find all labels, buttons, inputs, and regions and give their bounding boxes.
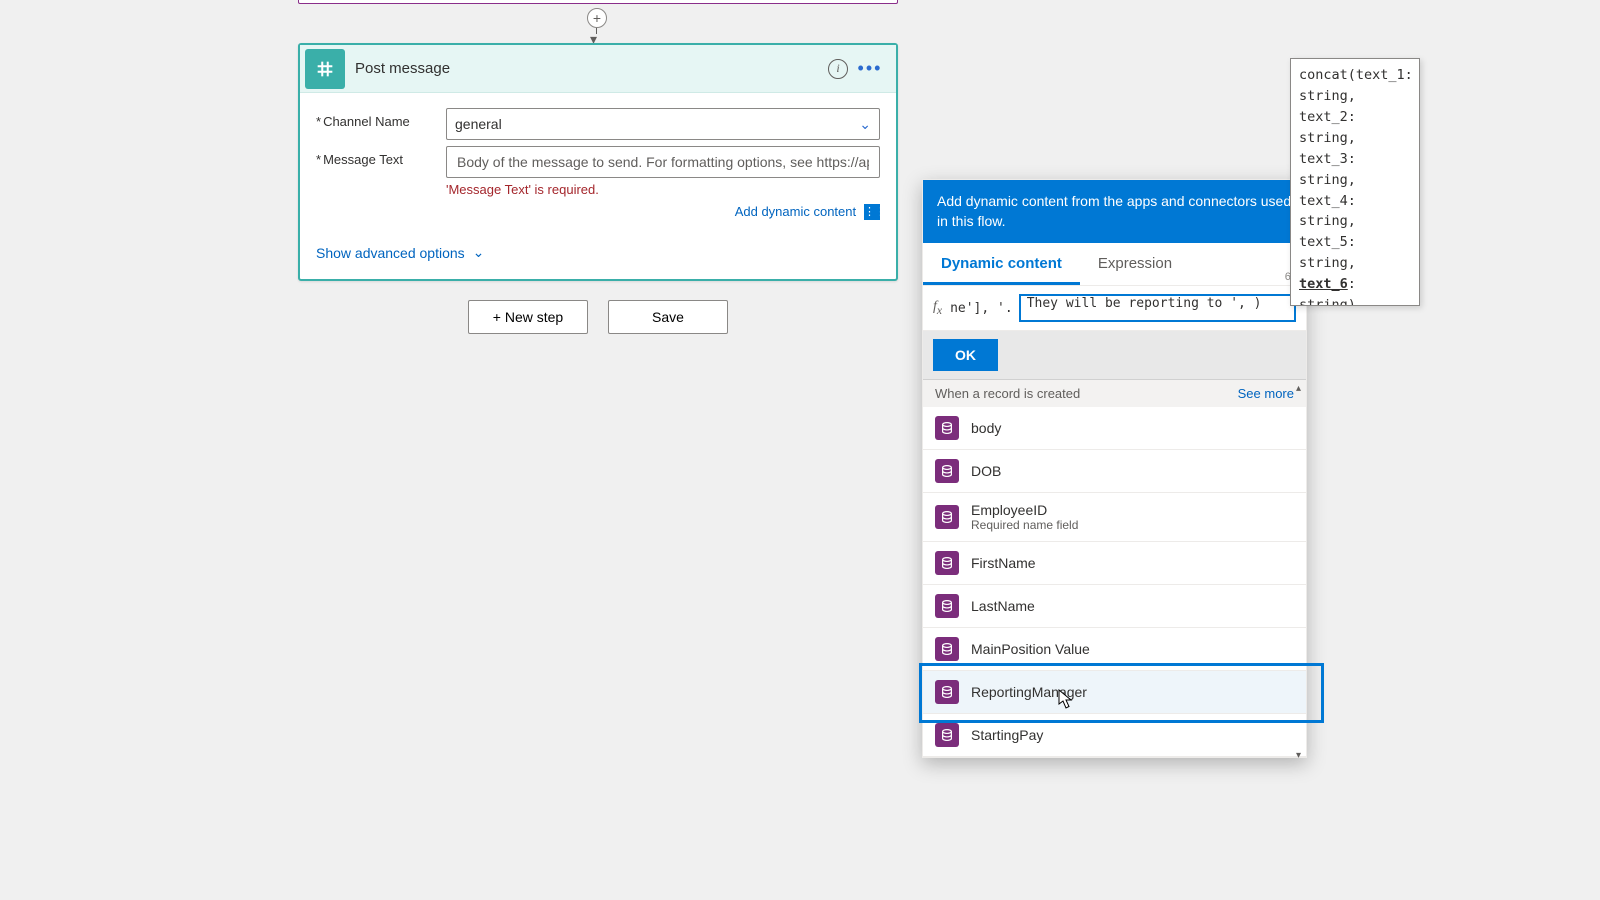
card-title: Post message — [355, 60, 822, 77]
ok-button[interactable]: OK — [933, 339, 998, 371]
field-body[interactable]: body — [923, 407, 1306, 450]
info-icon: i — [828, 59, 848, 79]
message-text-label: *Message Text — [316, 146, 446, 167]
card-header[interactable]: Post message i ••• — [300, 45, 896, 93]
message-text-input[interactable] — [446, 146, 880, 178]
data-source-icon — [935, 416, 959, 440]
channel-name-select[interactable]: general ⌄ — [446, 108, 880, 140]
tab-expression[interactable]: Expression — [1080, 243, 1190, 285]
message-text-field[interactable] — [455, 147, 871, 177]
field-name: LastName — [971, 598, 1035, 614]
chevron-down-icon: ⌄ — [859, 116, 871, 133]
field-name: ReportingManager — [971, 684, 1087, 700]
intellisense-tooltip: concat(text_1:string,text_2:string,text_… — [1290, 58, 1420, 306]
save-button[interactable]: Save — [608, 300, 728, 334]
data-source-icon — [935, 723, 959, 747]
chevron-down-icon: ⌄ — [473, 244, 485, 261]
field-name: MainPosition Value — [971, 641, 1090, 657]
info-button[interactable]: i — [822, 53, 854, 85]
previous-step-card-edge — [298, 0, 898, 4]
expression-input[interactable]: They will be reporting to ', ) — [1019, 294, 1296, 322]
dynamic-content-panel: Add dynamic content from the apps and co… — [922, 179, 1307, 758]
new-step-button[interactable]: + New step — [468, 300, 588, 334]
data-source-icon — [935, 551, 959, 575]
dynamic-content-tabs: Dynamic content Expression 6/6 — [923, 243, 1306, 286]
section-title: When a record is created — [935, 386, 1080, 401]
action-card-post-message: Post message i ••• *Channel Name general… — [298, 43, 898, 281]
field-name: DOB — [971, 463, 1001, 479]
data-source-icon — [935, 594, 959, 618]
field-startingpay[interactable]: StartingPay — [923, 714, 1306, 757]
fx-icon: fx — [933, 299, 942, 317]
dynamic-content-banner: Add dynamic content from the apps and co… — [923, 180, 1306, 243]
show-advanced-options-link[interactable]: Show advanced options⌄ — [316, 244, 484, 261]
tab-dynamic-content[interactable]: Dynamic content — [923, 243, 1080, 285]
data-source-icon — [935, 637, 959, 661]
expression-prefix: ne'], '. — [950, 301, 1013, 316]
field-name: FirstName — [971, 555, 1036, 571]
scroll-down-icon[interactable]: ▾ — [1296, 750, 1308, 762]
channel-name-value: general — [455, 116, 502, 132]
field-name: EmployeeID — [971, 502, 1078, 518]
field-description: Required name field — [971, 518, 1078, 532]
fields-list: body DOB EmployeeIDRequired name field Firs… — [923, 407, 1306, 757]
add-dynamic-content-icon: ⋮⋮ — [864, 204, 880, 220]
see-more-link[interactable]: See more — [1238, 386, 1294, 401]
field-employeeid[interactable]: EmployeeIDRequired name field — [923, 493, 1306, 542]
add-dynamic-content-link[interactable]: Add dynamic content — [735, 204, 856, 219]
data-source-icon — [935, 505, 959, 529]
section-header: When a record is created See more — [923, 380, 1306, 407]
field-dob[interactable]: DOB — [923, 450, 1306, 493]
field-name: StartingPay — [971, 727, 1043, 743]
add-step-button[interactable]: + — [587, 8, 607, 28]
slack-icon — [305, 49, 345, 89]
channel-name-label: *Channel Name — [316, 108, 446, 129]
field-reportingmanager[interactable]: ReportingManager — [923, 671, 1306, 714]
field-firstname[interactable]: FirstName — [923, 542, 1306, 585]
field-lastname[interactable]: LastName — [923, 585, 1306, 628]
field-name: body — [971, 420, 1001, 436]
data-source-icon — [935, 459, 959, 483]
field-mainposition-value[interactable]: MainPosition Value — [923, 628, 1306, 671]
message-text-error: 'Message Text' is required. — [446, 182, 880, 197]
scroll-up-icon[interactable]: ▴ — [1296, 383, 1308, 395]
more-menu-button[interactable]: ••• — [854, 53, 886, 85]
data-source-icon — [935, 680, 959, 704]
